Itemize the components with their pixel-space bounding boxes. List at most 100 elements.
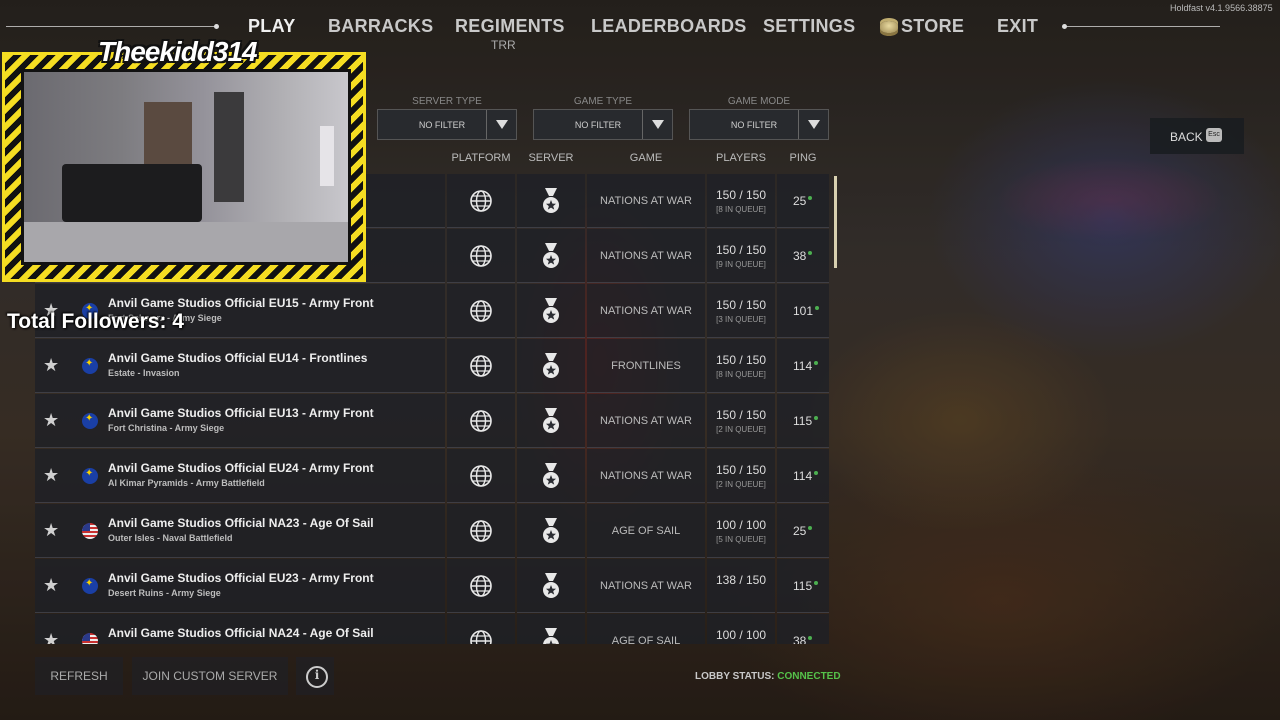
server-name: Anvil Game Studios Official EU14 - Front… bbox=[108, 351, 368, 365]
server-row[interactable]: ★ Anvil Game Studios Official EU14 - Fro… bbox=[35, 339, 830, 394]
globe-icon bbox=[470, 575, 492, 597]
players-cell: 150 / 150 [2 IN QUEUE] bbox=[707, 449, 775, 503]
ping-value: 38 bbox=[793, 634, 813, 644]
ping-value: 115 bbox=[793, 414, 819, 428]
globe-icon bbox=[470, 245, 492, 267]
scrollbar-thumb[interactable] bbox=[834, 176, 837, 268]
info-icon[interactable] bbox=[296, 657, 334, 695]
server-name-cell: ★ Anvil Game Studios Official EU24 - Arm… bbox=[35, 449, 445, 503]
server-type-dropdown[interactable]: NO FILTER bbox=[377, 109, 517, 140]
server-type-cell bbox=[517, 559, 585, 613]
game-mode-name: NATIONS AT WAR bbox=[600, 580, 692, 592]
nav-store-label: STORE bbox=[901, 16, 965, 36]
ping-value: 38 bbox=[793, 249, 813, 263]
players-cell: 150 / 150 [3 IN QUEUE] bbox=[707, 284, 775, 338]
nav-leaderboards[interactable]: LEADERBOARDS bbox=[591, 16, 747, 37]
ping-value: 114 bbox=[793, 359, 819, 373]
favorite-star-icon[interactable]: ★ bbox=[43, 520, 59, 541]
queue-count: [3 IN QUEUE] bbox=[716, 315, 766, 324]
ping-status-dot bbox=[808, 251, 813, 255]
nav-regiments[interactable]: REGIMENTS bbox=[455, 16, 565, 37]
lobby-status-label: LOBBY STATUS: bbox=[695, 671, 775, 682]
ping-status-dot bbox=[808, 526, 813, 530]
coins-icon bbox=[880, 21, 898, 33]
server-name: Anvil Game Studios Official EU23 - Army … bbox=[108, 571, 374, 585]
server-map: Fort Christina - Army Siege bbox=[108, 423, 225, 433]
official-medal-icon bbox=[543, 518, 559, 543]
server-row[interactable]: ★ Anvil Game Studios Official NA24 - Age… bbox=[35, 614, 830, 644]
column-header-game[interactable]: GAME bbox=[587, 152, 705, 164]
server-row[interactable]: ★ Anvil Game Studios Official EU13 - Arm… bbox=[35, 394, 830, 449]
nav-play[interactable]: PLAY bbox=[248, 16, 296, 37]
game-type-dropdown[interactable]: NO FILTER bbox=[533, 109, 673, 140]
ping-value: 115 bbox=[793, 579, 819, 593]
server-row[interactable]: ★ Anvil Game Studios Official EU24 - Arm… bbox=[35, 449, 830, 504]
players-cell: 150 / 150 [2 IN QUEUE] bbox=[707, 394, 775, 448]
nav-divider-right bbox=[1064, 26, 1220, 27]
ping-cell: 38 bbox=[777, 229, 829, 283]
game-mode-name: NATIONS AT WAR bbox=[600, 470, 692, 482]
region-flag-icon bbox=[82, 413, 98, 429]
column-header-server[interactable]: SERVER bbox=[517, 152, 585, 164]
game-mode-name: NATIONS AT WAR bbox=[600, 250, 692, 262]
nav-store[interactable]: STORE bbox=[880, 16, 964, 37]
game-mode-name: NATIONS AT WAR bbox=[600, 195, 692, 207]
ping-status-dot bbox=[808, 196, 813, 200]
queue-count: [9 IN QUEUE] bbox=[716, 260, 766, 269]
favorite-star-icon[interactable]: ★ bbox=[43, 465, 59, 486]
nav-divider-left bbox=[6, 26, 216, 27]
globe-icon bbox=[470, 190, 492, 212]
esc-key-icon: Esc bbox=[1206, 128, 1222, 142]
game-mode-dropdown[interactable]: NO FILTER bbox=[689, 109, 829, 140]
server-row[interactable]: ★ Anvil Game Studios Official NA23 - Age… bbox=[35, 504, 830, 559]
platform-cell bbox=[447, 284, 515, 338]
favorite-star-icon[interactable]: ★ bbox=[43, 355, 59, 376]
players-cell: 100 / 100 [5 IN QUEUE] bbox=[707, 504, 775, 558]
lobby-status: LOBBY STATUS: CONNECTED bbox=[695, 671, 841, 682]
player-count: 150 / 150 bbox=[715, 243, 767, 257]
platform-cell bbox=[447, 229, 515, 283]
platform-cell bbox=[447, 504, 515, 558]
globe-icon bbox=[470, 520, 492, 542]
version-label: Holdfast v4.1.9566.38875 bbox=[1170, 3, 1273, 13]
official-medal-icon bbox=[543, 573, 559, 598]
region-flag-icon bbox=[82, 523, 98, 539]
server-name-cell: ★ Anvil Game Studios Official EU14 - Fro… bbox=[35, 339, 445, 393]
ping-status-dot bbox=[814, 416, 819, 420]
favorite-star-icon[interactable]: ★ bbox=[43, 575, 59, 596]
join-custom-server-button[interactable]: JOIN CUSTOM SERVER bbox=[132, 657, 288, 695]
server-type-cell bbox=[517, 229, 585, 283]
game-mode-name: AGE OF SAIL bbox=[611, 635, 681, 644]
nav-barracks[interactable]: BARRACKS bbox=[328, 16, 433, 37]
server-name-cell: ★ Anvil Game Studios Official EU13 - Arm… bbox=[35, 394, 445, 448]
game-cell: AGE OF SAIL bbox=[587, 504, 705, 558]
game-cell: FRONTLINES bbox=[587, 339, 705, 393]
game-cell: NATIONS AT WAR bbox=[587, 559, 705, 613]
server-row[interactable]: ★ Anvil Game Studios Official EU23 - Arm… bbox=[35, 559, 830, 614]
server-name: Anvil Game Studios Official EU13 - Army … bbox=[108, 406, 374, 420]
chevron-down-icon bbox=[486, 110, 516, 139]
globe-icon bbox=[470, 300, 492, 322]
chevron-down-icon bbox=[798, 110, 828, 139]
ping-value: 25 bbox=[793, 194, 813, 208]
column-header-platform[interactable]: PLATFORM bbox=[447, 152, 515, 164]
refresh-button[interactable]: REFRESH bbox=[35, 657, 123, 695]
player-count: 150 / 150 bbox=[715, 298, 767, 312]
platform-cell bbox=[447, 449, 515, 503]
official-medal-icon bbox=[543, 628, 559, 644]
favorite-star-icon[interactable]: ★ bbox=[43, 410, 59, 431]
column-header-ping[interactable]: PING bbox=[777, 152, 829, 164]
server-type-cell bbox=[517, 504, 585, 558]
queue-count: [5 IN QUEUE] bbox=[716, 535, 766, 544]
player-count: 150 / 150 bbox=[715, 463, 767, 477]
server-name: Anvil Game Studios Official NA24 - Age O… bbox=[108, 626, 374, 640]
column-header-players[interactable]: PLAYERS bbox=[707, 152, 775, 164]
server-map: Estate - Invasion bbox=[108, 368, 180, 378]
ping-cell: 25 bbox=[777, 174, 829, 228]
official-medal-icon bbox=[543, 463, 559, 488]
favorite-star-icon[interactable]: ★ bbox=[43, 630, 59, 644]
nav-settings[interactable]: SETTINGS bbox=[763, 16, 855, 37]
back-button[interactable]: BACK Esc bbox=[1150, 118, 1244, 154]
game-type-label: GAME TYPE bbox=[573, 96, 633, 107]
nav-exit[interactable]: EXIT bbox=[997, 16, 1038, 37]
